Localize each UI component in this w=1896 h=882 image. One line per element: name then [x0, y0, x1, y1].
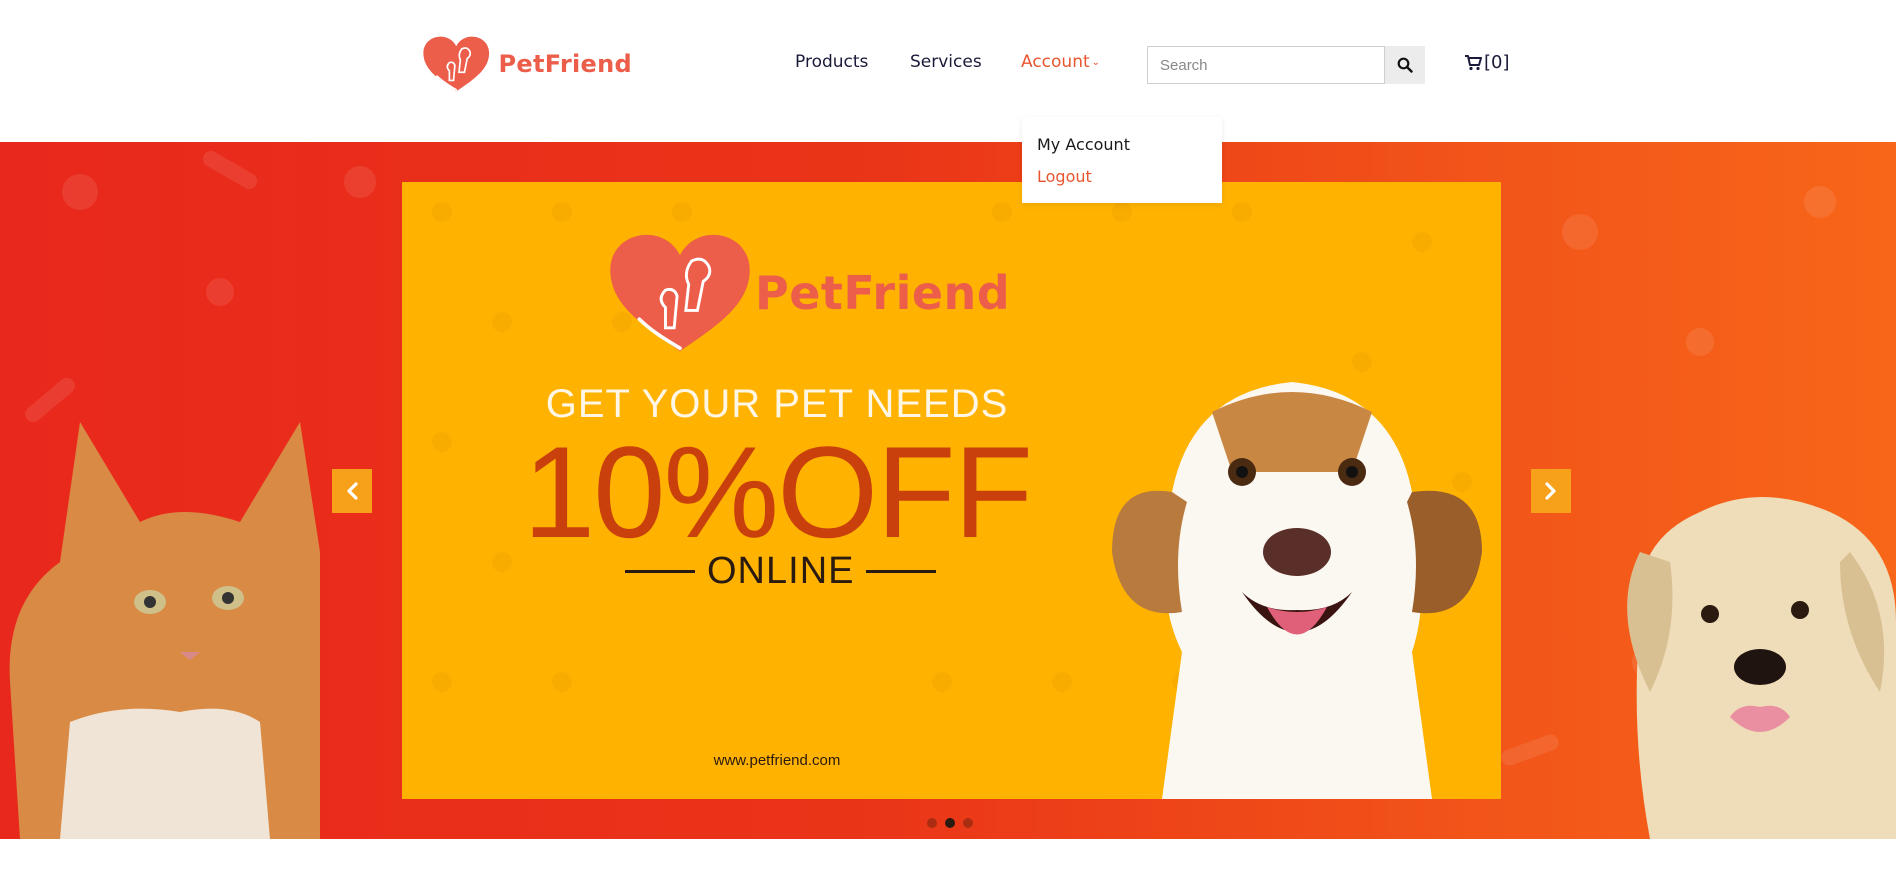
divider-line	[866, 570, 937, 573]
slider-next-button[interactable]	[1531, 469, 1571, 513]
golden-puppy-image	[1627, 497, 1896, 839]
slide-brand-name: PetFriend	[755, 266, 1011, 320]
chevron-left-icon	[347, 482, 358, 500]
slide-offer: 10%OFF	[522, 419, 1033, 565]
slider-dots	[927, 818, 973, 828]
kitten-image	[9, 422, 320, 839]
brand-logo[interactable]: PetFriend	[422, 22, 632, 106]
hero-slider: PetFriend GET YOUR PET NEEDS 10%OFF ONLI…	[0, 142, 1896, 839]
hero-slide[interactable]: PetFriend GET YOUR PET NEEDS 10%OFF ONLI…	[402, 182, 1501, 799]
cart-icon	[1465, 54, 1482, 70]
heart-pet-logo-icon	[610, 234, 750, 352]
search-input[interactable]	[1147, 46, 1385, 84]
nav-services[interactable]: Services	[910, 52, 982, 72]
slider-dot[interactable]	[927, 818, 937, 828]
search-bar	[1147, 46, 1425, 84]
divider-line	[625, 570, 695, 573]
slider-prev-button[interactable]	[332, 469, 372, 513]
slider-dot-active[interactable]	[945, 818, 955, 828]
cart-count: [0]	[1484, 52, 1510, 73]
nav-account-label: Account	[1021, 52, 1090, 72]
search-icon	[1397, 57, 1413, 73]
chevron-down-icon: ⌄	[1091, 57, 1101, 68]
slide-subline-text: ONLINE	[707, 550, 855, 592]
slider-dot[interactable]	[963, 818, 973, 828]
slide-brand-logo: PetFriend	[607, 232, 1010, 354]
nav-products[interactable]: Products	[795, 52, 868, 72]
brand-name: PetFriend	[498, 50, 632, 78]
menu-item-logout[interactable]: Logout	[1022, 163, 1222, 197]
cart-button[interactable]: [0]	[1464, 52, 1510, 73]
nav-account[interactable]: Account ⌄	[1021, 52, 1100, 72]
menu-item-my-account[interactable]: My Account	[1022, 127, 1222, 163]
heart-pet-logo-icon	[423, 36, 490, 92]
slide-subline: ONLINE	[625, 550, 937, 593]
beagle-image	[1112, 382, 1482, 799]
account-dropdown-menu: My Account Logout	[1022, 117, 1222, 203]
site-header: PetFriend Products Services Account⌄ [0]	[0, 0, 1896, 142]
slide-url: www.petfriend.com	[713, 752, 841, 769]
chevron-right-icon	[1545, 482, 1556, 500]
search-button[interactable]	[1385, 46, 1425, 84]
